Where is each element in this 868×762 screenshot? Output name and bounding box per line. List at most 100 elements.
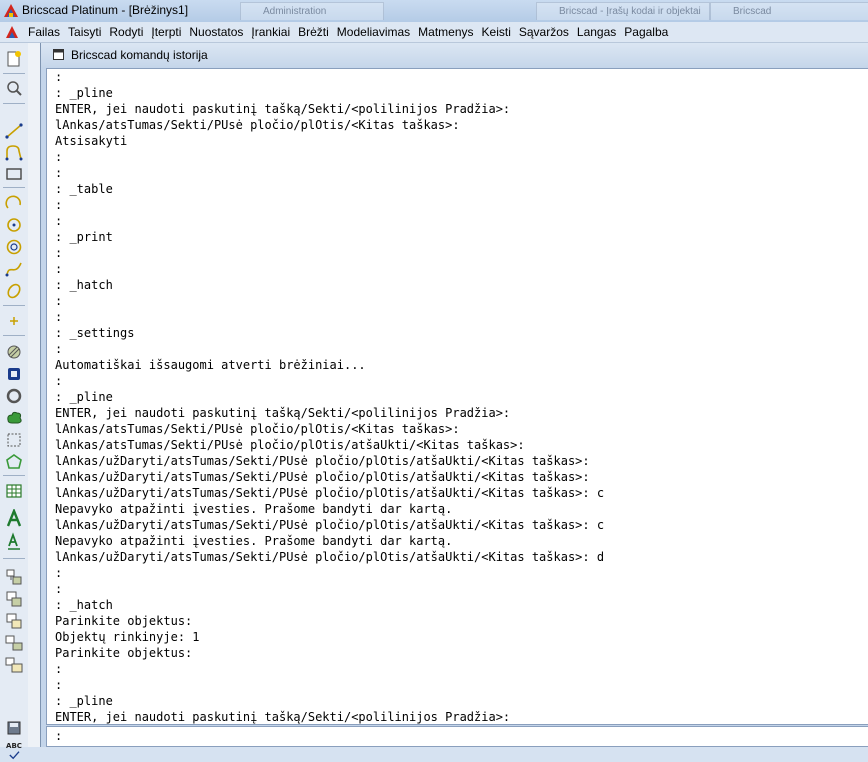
menu-taisyti[interactable]: Taisyti [64,22,105,42]
boundary-icon[interactable] [3,452,25,472]
spellcheck-label: ABC [6,742,22,750]
history-line: : [55,150,63,164]
toolbar-separator [3,558,25,559]
history-line: : [55,662,63,676]
history-line: lAnkas/užDaryti/atsTumas/Sekti/PUsė ploč… [55,454,590,468]
history-line: Parinkite objektus: [55,614,193,628]
table-icon[interactable] [3,481,25,501]
toolbar-separator [3,335,25,336]
save-icon[interactable] [3,718,25,738]
dialog-title-bar[interactable]: Bricscad komandų istorija [41,43,868,67]
dialog-title: Bricscad komandų istorija [71,48,208,62]
attribute-icon[interactable] [3,655,25,675]
history-line: lAnkas/užDaryti/atsTumas/Sekti/PUsė ploč… [55,518,605,532]
menu-langas[interactable]: Langas [573,22,620,42]
zoom-icon[interactable] [3,78,25,98]
command-history-text[interactable]: :: _pline ENTER, jei naudoti paskutinį ta… [46,68,868,725]
toolbar-separator [3,475,25,476]
history-line: : [55,262,63,276]
history-line: lAnkas/atsTumas/Sekti/PUsė pločio/plOtis… [55,422,460,436]
history-line: lAnkas/užDaryti/atsTumas/Sekti/PUsė ploč… [55,470,590,484]
background-taskbar-tabs: Administration Bricscad - Įrašų kodai ir… [240,2,868,20]
history-line: Parinkite objektus: [55,646,193,660]
toolbar-separator [3,305,25,306]
command-history-dialog: Bricscad komandų istorija :: _pline ENTER… [40,43,868,747]
history-line: : [55,214,63,228]
history-line: Automatiškai išsaugomi atverti brėžiniai… [55,358,366,372]
history-line: : _pline [55,390,113,404]
background-tab[interactable]: Bricscad - Įrašų kodai ir objektai [536,2,710,20]
toolbar-separator [3,187,25,188]
bricscad-logo-icon [4,4,18,17]
history-line: : [55,294,63,308]
ellipse-icon[interactable] [3,281,25,301]
history-line: Atsisakyti [55,134,128,148]
menu-savarzos[interactable]: Sąvaržos [515,22,573,42]
new-drawing-icon[interactable] [3,49,25,69]
history-line: : [55,374,63,388]
menu-rodyti[interactable]: Rodyti [105,22,147,42]
menu-modeliavimas[interactable]: Modeliavimas [333,22,414,42]
history-line: : [55,566,63,580]
xref-icon[interactable] [3,611,25,631]
history-line: lAnkas/atsTumas/Sekti/PUsė pločio/plOtis… [55,438,525,452]
history-line: : [55,166,63,180]
donut-icon[interactable] [3,386,25,406]
history-line: : [55,70,63,84]
circle-3point-icon[interactable] [3,237,25,257]
window-title-bar: Bricscad Platinum - [Brėžinys1] Administ… [0,0,868,22]
polyline-icon[interactable] [3,143,25,163]
hatch-icon[interactable] [3,342,25,362]
insert-block-icon[interactable] [3,589,25,609]
history-line: Nepavyko atpažinti įvesties. Prašome ban… [55,502,453,516]
history-line: ENTER, jei naudoti paskutinį tašką/Sekti… [55,102,511,116]
circle-icon[interactable] [3,215,25,235]
wipeout-icon[interactable] [3,430,25,450]
block-icon[interactable] [3,567,25,587]
arc-icon[interactable] [3,193,25,213]
history-line: : _settings [55,326,135,340]
history-line: : _pline [55,694,113,708]
menu-bar: Failas Taisyti Rodyti Įterpti Nuostatos … [0,22,868,43]
window-icon [53,49,64,60]
spline-icon[interactable] [3,259,25,279]
line-icon[interactable] [3,121,25,141]
rectangle-icon[interactable] [3,164,25,184]
history-line: ENTER, jei naudoti paskutinį tašką/Sekti… [55,406,511,420]
menu-brezti[interactable]: Brėžti [294,22,333,42]
command-line-input[interactable]: : [46,726,868,747]
document-menu-icon[interactable] [4,24,20,40]
history-line: : [55,678,63,692]
history-line: lAnkas/atsTumas/Sekti/PUsė pločio/plOtis… [55,118,460,132]
text-icon[interactable] [3,509,25,529]
toolbar-separator [3,73,25,74]
history-line: : _table [55,182,113,196]
history-line: ENTER, jei naudoti paskutinį tašką/Sekti… [55,710,511,724]
history-line: : [55,582,63,596]
background-tab[interactable]: Administration [240,2,384,20]
menu-nuostatos[interactable]: Nuostatos [185,22,247,42]
history-line: Nepavyko atpažinti įvesties. Prašome ban… [55,534,453,548]
menu-keisti[interactable]: Keisti [478,22,515,42]
menu-failas[interactable]: Failas [24,22,64,42]
mtext-icon[interactable] [3,532,25,552]
menu-iterpti[interactable]: Įterpti [147,22,185,42]
background-tab[interactable]: Bricscad [710,2,868,20]
history-line: : _print [55,230,113,244]
history-line: : _hatch [55,278,113,292]
revision-cloud-icon[interactable] [3,408,25,428]
history-line: : [55,310,63,324]
group-icon[interactable] [3,633,25,653]
menu-matmenys[interactable]: Matmenys [414,22,477,42]
point-icon[interactable] [3,311,25,331]
history-line: : [55,342,63,356]
region-icon[interactable] [3,364,25,384]
history-line: lAnkas/užDaryti/atsTumas/Sekti/PUsė ploč… [55,486,605,500]
menu-pagalba[interactable]: Pagalba [620,22,672,42]
menu-irankiai[interactable]: Įrankiai [247,22,294,42]
history-line: : [55,198,63,212]
window-title: Bricscad Platinum - [Brėžinys1] [22,3,189,17]
history-line: : [55,246,63,260]
history-line: lAnkas/užDaryti/atsTumas/Sekti/PUsė ploč… [55,550,605,564]
spellcheck-icon[interactable]: ABC [3,742,25,762]
